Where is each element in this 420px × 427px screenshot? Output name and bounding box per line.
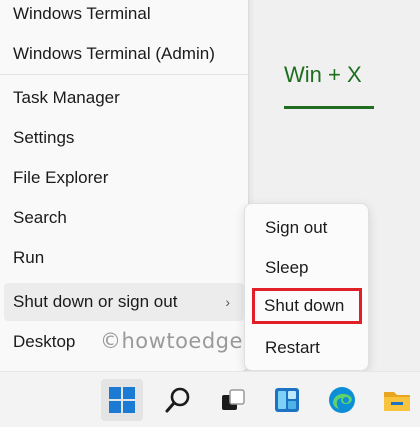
file-explorer-icon: [384, 392, 410, 411]
menu-item-windows-terminal-admin[interactable]: Windows Terminal (Admin): [0, 35, 248, 73]
edge-browser-icon: [329, 387, 355, 413]
task-view-icon: [222, 389, 245, 410]
menu-item-windows-terminal[interactable]: Windows Terminal: [0, 0, 248, 33]
winx-quick-link-menu: Windows Terminal Windows Terminal (Admin…: [0, 0, 249, 372]
widgets-button[interactable]: [266, 379, 308, 421]
start-button[interactable]: [101, 379, 143, 421]
menu-item-search[interactable]: Search: [0, 199, 248, 237]
taskbar: [0, 371, 420, 427]
menu-item-run[interactable]: Run: [0, 239, 248, 277]
menu-item-task-manager[interactable]: Task Manager: [0, 79, 248, 117]
submenu-item-sleep[interactable]: Sleep: [253, 250, 361, 286]
file-explorer-button[interactable]: [376, 379, 418, 421]
search-button[interactable]: [157, 379, 199, 421]
widgets-icon: [275, 388, 299, 412]
submenu-item-sign-out[interactable]: Sign out: [253, 210, 361, 246]
menu-item-settings[interactable]: Settings: [0, 119, 248, 157]
menu-item-label: Shut down or sign out: [13, 292, 178, 311]
menu-item-file-explorer[interactable]: File Explorer: [0, 159, 248, 197]
menu-separator: [0, 74, 248, 75]
hotkey-annotation: Win + X: [284, 62, 362, 87]
submenu-item-shut-down[interactable]: Shut down: [252, 288, 362, 324]
hotkey-underline: [284, 106, 374, 109]
menu-item-shut-down-or-sign-out[interactable]: Shut down or sign out ›: [4, 283, 244, 321]
task-view-button[interactable]: [212, 379, 254, 421]
windows-start-icon: [109, 387, 135, 413]
shutdown-submenu: Sign out Sleep Shut down Restart: [244, 203, 369, 371]
watermark: ©howtoedge: [100, 329, 243, 353]
submenu-item-restart[interactable]: Restart: [253, 330, 361, 366]
chevron-right-icon: ›: [225, 294, 230, 310]
search-icon: [165, 387, 190, 413]
edge-button[interactable]: [321, 379, 363, 421]
